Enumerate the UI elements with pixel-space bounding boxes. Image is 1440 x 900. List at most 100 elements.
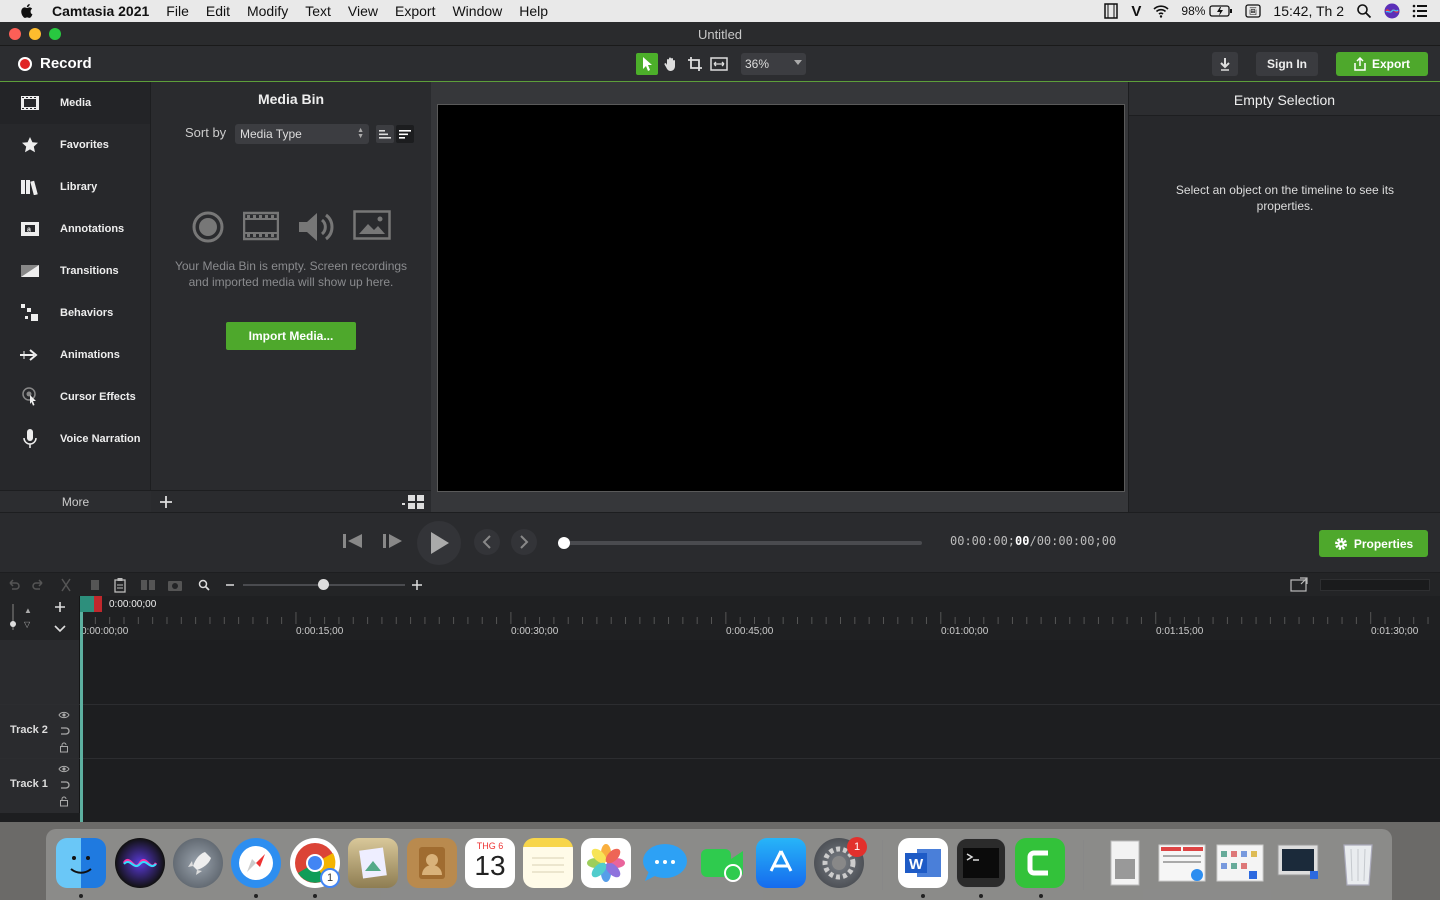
snapshot-camera-icon[interactable]: [167, 578, 183, 592]
sidebar-item-animations[interactable]: Animations: [0, 334, 150, 376]
track-name[interactable]: Track 2: [10, 724, 48, 736]
track-row-2[interactable]: Track 2: [0, 704, 1440, 759]
clock[interactable]: 15:42, Th 2: [1273, 3, 1344, 19]
cut-icon[interactable]: [59, 578, 73, 592]
play-frame-button[interactable]: [380, 529, 404, 553]
zoom-magnifier-icon[interactable]: [198, 579, 210, 591]
apple-icon[interactable]: [18, 2, 36, 20]
collapse-tracks-chevron-icon[interactable]: [53, 624, 67, 634]
play-button[interactable]: [417, 521, 461, 565]
add-track-icon[interactable]: [54, 601, 66, 613]
zoom-level-dropdown[interactable]: 36%: [741, 53, 806, 75]
menu-edit[interactable]: Edit: [206, 3, 230, 19]
calendar-dock-icon[interactable]: THG 6 13: [465, 838, 515, 888]
export-button[interactable]: Export: [1336, 52, 1428, 76]
track-row-1[interactable]: Track 1: [0, 758, 1440, 813]
detach-timeline-icon[interactable]: [1290, 577, 1308, 592]
timeline-zoom-handle[interactable]: [318, 579, 329, 590]
battery-icon[interactable]: [1209, 4, 1233, 18]
menu-window[interactable]: Window: [452, 3, 502, 19]
siri-icon[interactable]: [1384, 3, 1400, 19]
redo-icon[interactable]: [32, 578, 46, 592]
track-height-slider-icon[interactable]: ▲▽: [8, 602, 38, 632]
menu-help[interactable]: Help: [519, 3, 548, 19]
spotlight-search-icon[interactable]: [1356, 3, 1372, 19]
track-header[interactable]: Track 2: [0, 705, 80, 759]
documents-folder-dock-icon[interactable]: [1157, 838, 1207, 888]
timeline-scroll-overview[interactable]: [1320, 579, 1430, 591]
downloads-folder-dock-icon[interactable]: [1100, 838, 1150, 888]
zoom-in-icon[interactable]: [411, 579, 423, 591]
sidebar-item-media[interactable]: Media: [0, 82, 150, 124]
sort-ascending-button[interactable]: [376, 125, 394, 143]
playhead-out-marker[interactable]: [94, 596, 102, 612]
step-backward-button[interactable]: [341, 529, 365, 553]
sidebar-item-cursor-effects[interactable]: Cursor Effects: [0, 376, 150, 418]
v-status-icon[interactable]: V: [1131, 3, 1141, 20]
notification-center-icon[interactable]: [1412, 3, 1428, 19]
sidebar-item-favorites[interactable]: Favorites: [0, 124, 150, 166]
record-button[interactable]: Record: [18, 55, 92, 72]
menu-view[interactable]: View: [348, 3, 378, 19]
undo-icon[interactable]: [6, 578, 20, 592]
app-menu[interactable]: Camtasia 2021: [52, 3, 149, 19]
previous-marker-button[interactable]: [474, 529, 500, 555]
download-button[interactable]: [1212, 52, 1238, 76]
camtasia-dock-icon[interactable]: [1015, 838, 1065, 888]
siri-dock-icon[interactable]: [115, 838, 165, 888]
terminal-dock-icon[interactable]: [956, 838, 1006, 888]
photos-dock-icon[interactable]: [581, 838, 631, 888]
lock-icon[interactable]: [58, 741, 70, 753]
messages-dock-icon[interactable]: [640, 838, 690, 888]
safari-dock-icon[interactable]: [231, 838, 281, 888]
select-tool-button[interactable]: [636, 53, 658, 75]
desktop-folder-dock-icon[interactable]: [1274, 838, 1324, 888]
fit-tool-button[interactable]: [708, 53, 730, 75]
eye-visibility-icon[interactable]: [58, 709, 70, 721]
next-marker-button[interactable]: [511, 529, 537, 555]
wifi-icon[interactable]: [1153, 3, 1169, 19]
grid-view-icon[interactable]: [401, 494, 425, 510]
zoom-out-icon[interactable]: [224, 579, 236, 591]
applications-folder-dock-icon[interactable]: [1215, 838, 1265, 888]
playhead-handle[interactable]: [80, 596, 102, 612]
preview-canvas[interactable]: [437, 104, 1125, 492]
audio-link-icon[interactable]: [58, 725, 70, 737]
split-icon[interactable]: [140, 578, 156, 592]
sort-descending-button[interactable]: [396, 125, 414, 143]
film-status-icon[interactable]: [1103, 3, 1119, 19]
audio-link-icon[interactable]: [58, 779, 70, 791]
playhead-line[interactable]: [80, 596, 83, 822]
sidebar-item-transitions[interactable]: Transitions: [0, 250, 150, 292]
paste-icon[interactable]: [113, 577, 127, 593]
facetime-dock-icon[interactable]: [698, 838, 748, 888]
eye-visibility-icon[interactable]: [58, 763, 70, 775]
contacts-dock-icon[interactable]: [407, 838, 457, 888]
sidebar-item-library[interactable]: Library: [0, 166, 150, 208]
menu-modify[interactable]: Modify: [247, 3, 288, 19]
word-dock-icon[interactable]: W: [898, 838, 948, 888]
trash-dock-icon[interactable]: [1333, 838, 1383, 888]
playback-scrubber-track[interactable]: [562, 541, 922, 545]
sort-by-dropdown[interactable]: Media Type ▲ ▼: [235, 124, 369, 144]
pan-tool-button[interactable]: [660, 53, 682, 75]
preview-dock-icon[interactable]: [348, 838, 398, 888]
crop-tool-button[interactable]: [684, 53, 706, 75]
timeline-ruler[interactable]: 0:00:00;00 0:00:15;00 0:00:30;00 0:00:45…: [81, 612, 1440, 640]
sidebar-item-annotations[interactable]: a Annotations: [0, 208, 150, 250]
menu-file[interactable]: File: [166, 3, 189, 19]
notes-dock-icon[interactable]: [523, 838, 573, 888]
add-plus-icon[interactable]: [159, 495, 173, 509]
lock-icon[interactable]: [58, 795, 70, 807]
properties-button[interactable]: Properties: [1319, 530, 1428, 557]
menu-export[interactable]: Export: [395, 3, 435, 19]
menu-text[interactable]: Text: [305, 3, 331, 19]
track-header[interactable]: Track 1: [0, 759, 80, 813]
track-name[interactable]: Track 1: [10, 778, 48, 790]
sign-in-button[interactable]: Sign In: [1256, 52, 1318, 76]
finder-dock-icon[interactable]: [56, 838, 106, 888]
launchpad-dock-icon[interactable]: [173, 838, 223, 888]
sidebar-item-behaviors[interactable]: Behaviors: [0, 292, 150, 334]
more-tools-button[interactable]: More: [0, 490, 151, 512]
playback-scrubber-handle[interactable]: [558, 537, 570, 549]
